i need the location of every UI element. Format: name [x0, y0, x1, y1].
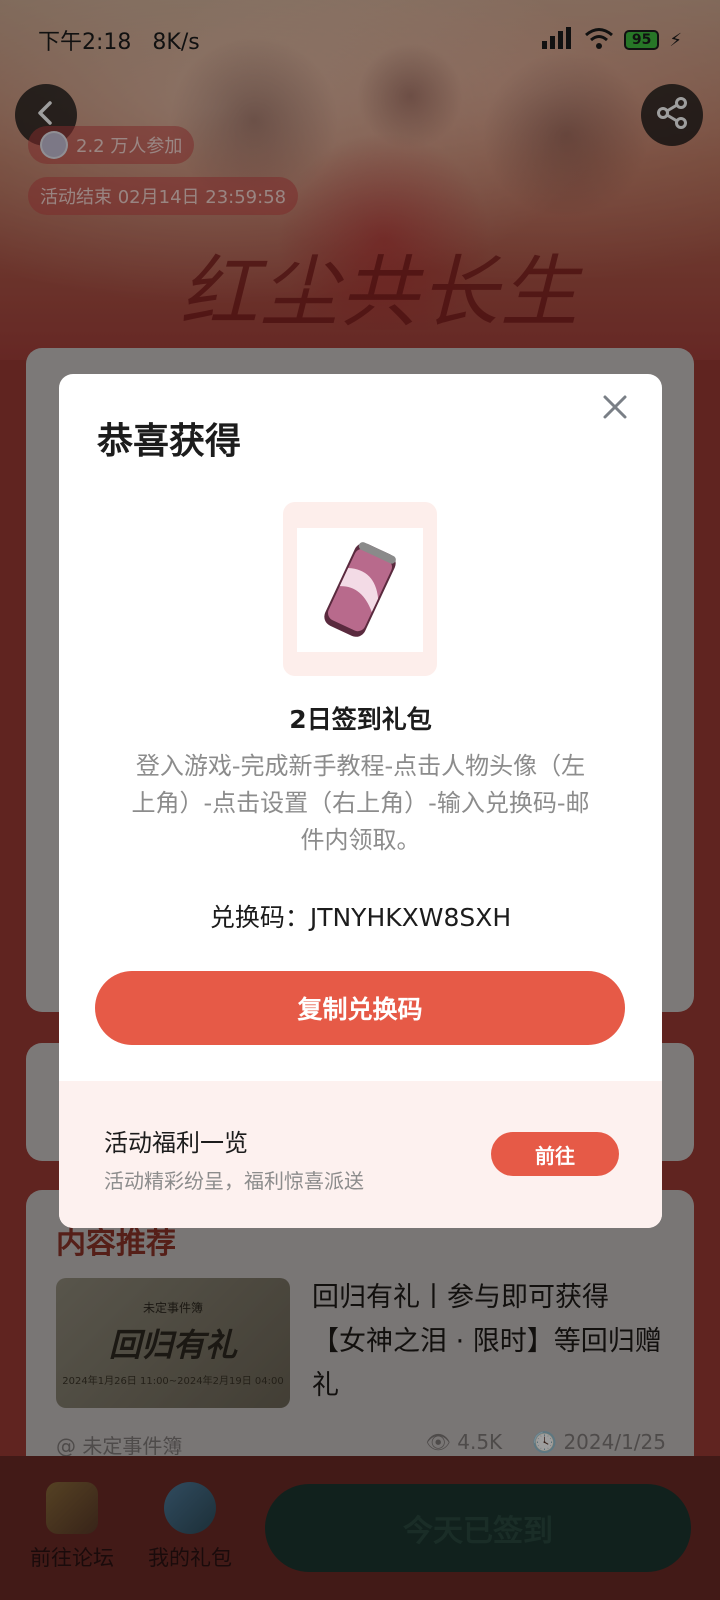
gift-name: 2日签到礼包 [289, 705, 432, 734]
gift-item-frame [283, 502, 437, 676]
go-button[interactable]: 前往 [491, 1132, 619, 1176]
drink-can-icon [324, 542, 396, 637]
copy-code-button[interactable]: 复制兑换码 [95, 971, 625, 1045]
code-label: 兑换码： [209, 903, 310, 932]
modal-title: 恭喜获得 [97, 421, 242, 462]
gift-item-image [297, 528, 423, 652]
close-button[interactable] [592, 386, 638, 432]
close-icon [601, 393, 629, 425]
promo-title: 活动福利一览 [104, 1129, 248, 1157]
redeem-code: JTNYHKXW8SXH [309, 903, 512, 932]
reward-modal: 恭喜获得 2日签到礼包 登入游戏-完成新手教程-点击人物头像（左上角）-点击设置… [59, 374, 662, 1228]
redeem-code-row: 兑换码：JTNYHKXW8SXH [59, 898, 662, 934]
promo-section: 活动福利一览 活动精彩纷呈，福利惊喜派送 前往 [59, 1081, 662, 1228]
gift-instructions: 登入游戏-完成新手教程-点击人物头像（左上角）-点击设置（右上角）-输入兑换码-… [131, 752, 590, 854]
promo-subtitle: 活动精彩纷呈，福利惊喜派送 [104, 1169, 364, 1193]
